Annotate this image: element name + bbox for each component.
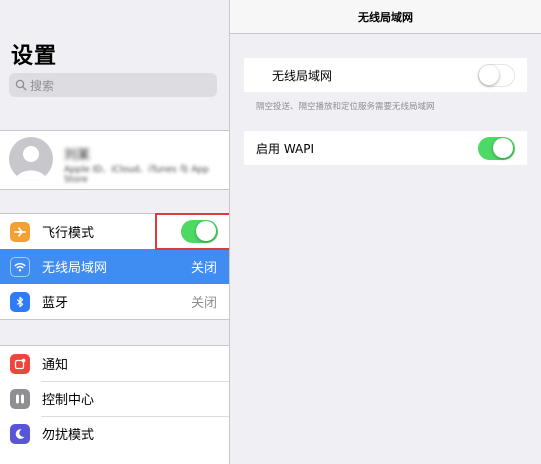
settings-sidebar: 设置 搜索 刘某 Apple ID、iCloud、iTunes 与 App St… <box>0 0 233 464</box>
sidebar-item-control-center[interactable]: 控制中心 <box>0 381 229 416</box>
sidebar-title: 设置 <box>11 44 58 69</box>
bluetooth-status-value: 关闭 <box>190 296 217 311</box>
sidebar-item-label: 无线局域网 <box>42 261 108 276</box>
wifi-footnote: 隔空投送、隔空播放和定位服务需要无线局域网 <box>256 102 435 112</box>
wapi-row-label: 启用 WAPI <box>256 141 315 156</box>
toggle-knob <box>479 64 499 85</box>
toggle-knob <box>493 137 513 158</box>
profile-subtitle: Apple ID、iCloud、iTunes 与 App Store <box>64 165 209 185</box>
sidebar-item-wifi[interactable]: 无线局域网 关闭 <box>0 249 229 284</box>
person-icon <box>15 146 47 181</box>
highlight-annotation <box>155 213 233 250</box>
search-icon <box>15 79 27 91</box>
airplane-icon <box>10 221 30 242</box>
bluetooth-icon <box>10 291 30 312</box>
wapi-toggle[interactable] <box>478 136 515 160</box>
profile-group: 刘某 Apple ID、iCloud、iTunes 与 App Store <box>0 130 229 190</box>
nav-title: 无线局域网 <box>358 10 413 24</box>
wifi-toggle-row: 无线局域网 <box>244 58 527 92</box>
search-placeholder: 搜索 <box>30 78 55 93</box>
sidebar-item-label: 通知 <box>42 358 69 373</box>
wapi-toggle-row: 启用 WAPI <box>244 131 527 165</box>
wifi-row-label: 无线局域网 <box>272 68 333 83</box>
moon-icon <box>10 423 30 444</box>
wifi-detail-pane: 无线局域网 无线局域网 隔空投送、隔空播放和定位服务需要无线局域网 启用 WAP… <box>230 0 541 464</box>
sidebar-item-notifications[interactable]: 通知 <box>0 346 229 381</box>
wifi-icon <box>10 256 30 277</box>
profile-name: 刘某 <box>64 148 91 163</box>
sidebar-item-do-not-disturb[interactable]: 勿扰模式 <box>0 416 229 451</box>
sidebar-item-label: 飞行模式 <box>42 226 95 241</box>
avatar <box>9 137 53 181</box>
wifi-toggle[interactable] <box>478 63 515 87</box>
sidebar-item-label: 蓝牙 <box>42 296 69 311</box>
nav-bar: 无线局域网 <box>230 0 541 34</box>
sidebar-item-bluetooth[interactable]: 蓝牙 关闭 <box>0 284 229 319</box>
sidebar-item-label: 控制中心 <box>42 393 95 408</box>
control-center-icon <box>10 388 30 409</box>
wifi-status-value: 关闭 <box>190 261 217 276</box>
notifications-icon <box>10 353 30 374</box>
sidebar-item-label: 勿扰模式 <box>42 428 95 443</box>
search-field[interactable]: 搜索 <box>9 73 217 97</box>
system-group: 通知 控制中心 勿扰模式 <box>0 345 229 464</box>
apple-id-profile[interactable]: 刘某 Apple ID、iCloud、iTunes 与 App Store <box>0 131 229 189</box>
